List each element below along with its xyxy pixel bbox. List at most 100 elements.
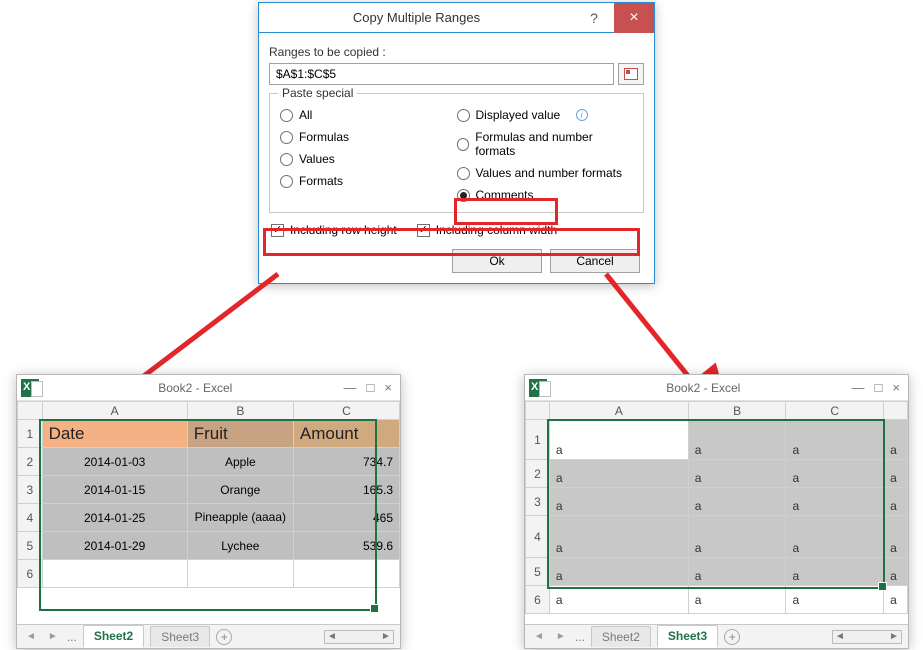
select-all-corner[interactable]: [18, 402, 43, 420]
row-header[interactable]: 2: [18, 448, 43, 476]
row-header[interactable]: 6: [526, 586, 550, 614]
cell[interactable]: a: [884, 516, 908, 558]
cell[interactable]: a: [688, 460, 786, 488]
cell[interactable]: a: [884, 420, 908, 460]
sheet-tab-overflow[interactable]: ...: [67, 630, 77, 644]
cell[interactable]: 2014-01-03: [42, 448, 187, 476]
window-minimize-button[interactable]: —: [344, 380, 357, 395]
row-header[interactable]: 5: [18, 532, 43, 560]
column-header-B[interactable]: B: [688, 402, 786, 420]
window-maximize-button[interactable]: □: [875, 380, 883, 395]
cell[interactable]: 2014-01-25: [42, 504, 187, 532]
column-header-A[interactable]: A: [549, 402, 688, 420]
radio-formats[interactable]: Formats: [280, 174, 457, 188]
cell[interactable]: [187, 560, 293, 588]
column-header-edge[interactable]: [884, 402, 908, 420]
cell[interactable]: a: [549, 460, 688, 488]
cell[interactable]: a: [688, 420, 786, 460]
cell[interactable]: a: [786, 420, 884, 460]
cell[interactable]: a: [688, 516, 786, 558]
cell[interactable]: [42, 560, 187, 588]
spreadsheet-grid[interactable]: A B C 1 Date Fruit Amount 2 2014-01-03 A…: [17, 401, 400, 588]
radio-values-number-formats[interactable]: Values and number formats: [457, 166, 634, 180]
cell[interactable]: Apple: [187, 448, 293, 476]
cell[interactable]: a: [549, 558, 688, 586]
row-header[interactable]: 6: [18, 560, 43, 588]
new-sheet-button[interactable]: +: [724, 629, 740, 645]
select-all-corner[interactable]: [526, 402, 550, 420]
row-header[interactable]: 3: [526, 488, 550, 516]
cell[interactable]: a: [884, 460, 908, 488]
cell[interactable]: Amount: [293, 420, 399, 448]
row-header[interactable]: 4: [526, 516, 550, 558]
cell[interactable]: a: [786, 558, 884, 586]
cell[interactable]: [293, 560, 399, 588]
window-maximize-button[interactable]: □: [367, 380, 375, 395]
range-picker-button[interactable]: [618, 63, 644, 85]
row-header[interactable]: 5: [526, 558, 550, 586]
cell[interactable]: a: [688, 558, 786, 586]
cell[interactable]: 539.6: [293, 532, 399, 560]
radio-all[interactable]: All: [280, 108, 457, 122]
cell[interactable]: Pineapple (aaaa): [187, 504, 293, 532]
ranges-input[interactable]: [269, 63, 614, 85]
cell[interactable]: 734.7: [293, 448, 399, 476]
cell[interactable]: Lychee: [187, 532, 293, 560]
dialog-help-button[interactable]: ?: [574, 3, 614, 33]
sheet-nav-prev[interactable]: ◄: [23, 631, 39, 642]
cell[interactable]: 2014-01-29: [42, 532, 187, 560]
workbook-titlebar[interactable]: Book2 - Excel — □ ×: [17, 375, 400, 401]
cell[interactable]: a: [688, 586, 786, 614]
radio-displayed-value[interactable]: Displayed value i: [457, 108, 634, 122]
column-header-B[interactable]: B: [187, 402, 293, 420]
row-header[interactable]: 3: [18, 476, 43, 504]
cell[interactable]: 2014-01-15: [42, 476, 187, 504]
sheet-tab-sheet3[interactable]: Sheet3: [150, 626, 210, 647]
cell[interactable]: a: [786, 460, 884, 488]
cell[interactable]: a: [884, 558, 908, 586]
dialog-titlebar[interactable]: Copy Multiple Ranges ? ×: [259, 3, 654, 33]
info-icon[interactable]: i: [576, 109, 588, 121]
horizontal-scrollbar[interactable]: ◄►: [832, 630, 902, 644]
spreadsheet-grid[interactable]: A B C 1 a a a a 2 a a a: [525, 401, 908, 614]
new-sheet-button[interactable]: +: [216, 629, 232, 645]
sheet-tab-sheet2[interactable]: Sheet2: [591, 626, 651, 647]
column-header-A[interactable]: A: [42, 402, 187, 420]
radio-formulas[interactable]: Formulas: [280, 130, 457, 144]
cell[interactable]: 165.3: [293, 476, 399, 504]
row-header[interactable]: 2: [526, 460, 550, 488]
sheet-nav-prev[interactable]: ◄: [531, 631, 547, 642]
cell[interactable]: a: [549, 420, 688, 460]
sheet-nav-next[interactable]: ►: [45, 631, 61, 642]
window-minimize-button[interactable]: —: [852, 380, 865, 395]
cell[interactable]: a: [786, 516, 884, 558]
radio-formulas-number-formats[interactable]: Formulas and number formats: [457, 130, 634, 158]
cell[interactable]: a: [884, 488, 908, 516]
cell[interactable]: Orange: [187, 476, 293, 504]
cell[interactable]: a: [549, 586, 688, 614]
cell[interactable]: 465: [293, 504, 399, 532]
dialog-close-button[interactable]: ×: [614, 3, 654, 33]
cell[interactable]: a: [884, 586, 908, 614]
cell[interactable]: a: [549, 516, 688, 558]
radio-values[interactable]: Values: [280, 152, 457, 166]
cell[interactable]: a: [549, 488, 688, 516]
window-close-button[interactable]: ×: [384, 380, 392, 395]
cell[interactable]: Date: [42, 420, 187, 448]
column-header-C[interactable]: C: [293, 402, 399, 420]
sheet-tab-sheet2[interactable]: Sheet2: [83, 625, 144, 648]
column-header-C[interactable]: C: [786, 402, 884, 420]
cell[interactable]: Fruit: [187, 420, 293, 448]
horizontal-scrollbar[interactable]: ◄►: [324, 630, 394, 644]
window-close-button[interactable]: ×: [892, 380, 900, 395]
row-header[interactable]: 1: [18, 420, 43, 448]
sheet-tab-sheet3[interactable]: Sheet3: [657, 625, 718, 648]
workbook-titlebar[interactable]: Book2 - Excel — □ ×: [525, 375, 908, 401]
cell[interactable]: a: [786, 586, 884, 614]
row-header[interactable]: 1: [526, 420, 550, 460]
cell[interactable]: a: [688, 488, 786, 516]
cell[interactable]: a: [786, 488, 884, 516]
row-header[interactable]: 4: [18, 504, 43, 532]
sheet-nav-next[interactable]: ►: [553, 631, 569, 642]
sheet-tab-overflow[interactable]: ...: [575, 630, 585, 644]
